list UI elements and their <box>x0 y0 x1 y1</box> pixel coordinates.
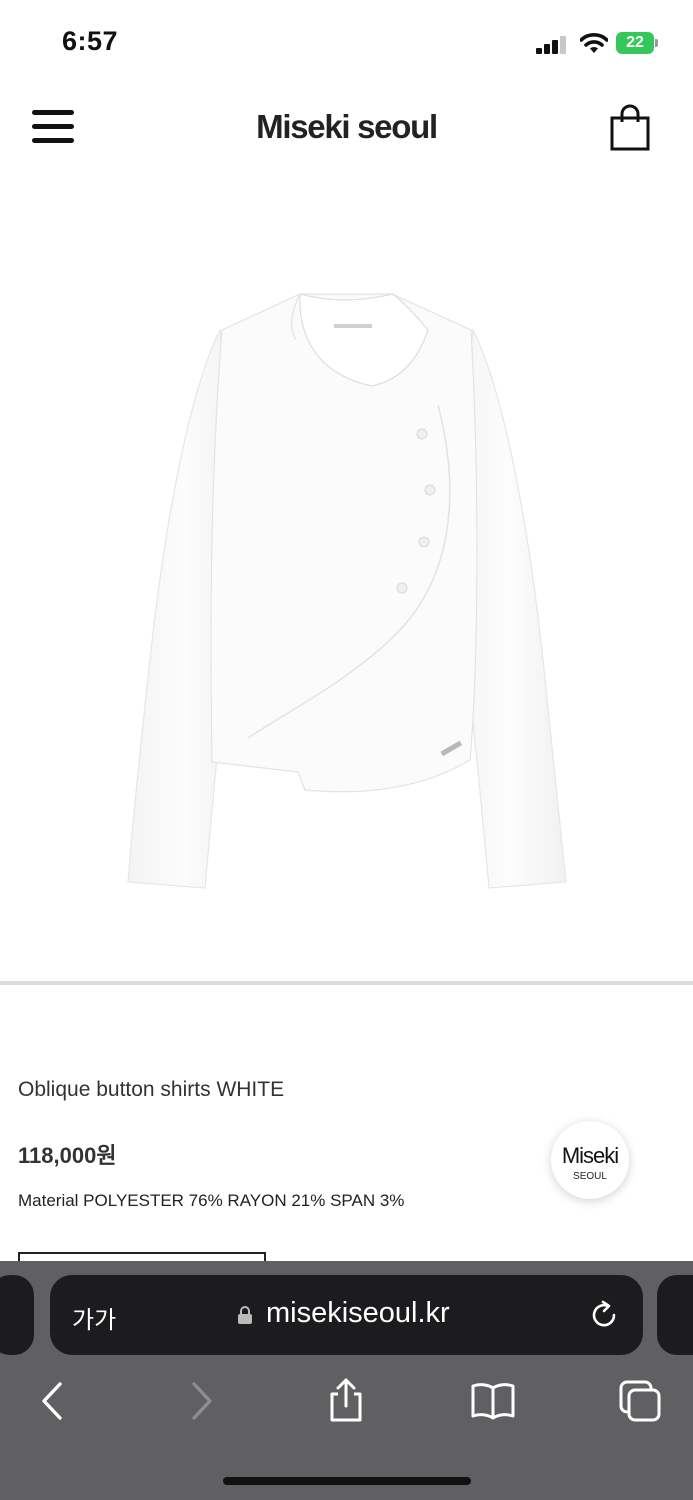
product-name: Oblique button shirts WHITE <box>18 1078 285 1101</box>
chevron-right-icon[interactable] <box>178 1376 228 1426</box>
next-tab-preview[interactable] <box>657 1275 693 1355</box>
site-logo[interactable]: Miseki seoul <box>0 108 693 146</box>
status-bar: 6:57 22 <box>0 0 693 88</box>
book-icon[interactable] <box>468 1376 518 1426</box>
battery-icon: 22 <box>616 32 660 54</box>
reload-icon[interactable] <box>588 1299 620 1331</box>
lock-icon <box>238 1306 252 1324</box>
home-indicator[interactable] <box>223 1477 471 1485</box>
address-bar[interactable]: 가가 misekiseoul.kr <box>50 1275 643 1355</box>
product-price: 118,000원 <box>18 1143 117 1168</box>
product-image[interactable] <box>0 190 693 980</box>
badge-sub-text: SEOUL <box>573 1171 607 1182</box>
share-icon[interactable] <box>321 1376 371 1426</box>
shopping-bag-icon[interactable] <box>608 104 652 152</box>
site-header: Miseki seoul <box>0 90 693 170</box>
floating-logo-button[interactable]: Miseki SEOUL <box>551 1121 629 1199</box>
image-scroll-indicator <box>0 981 693 985</box>
chevron-left-icon[interactable] <box>28 1376 78 1426</box>
badge-logo-text: Miseki <box>561 1143 619 1168</box>
url-text: misekiseoul.kr <box>266 1297 450 1329</box>
text-size-button[interactable]: 가가 <box>72 1300 116 1335</box>
product-material: Material POLYESTER 76% RAYON 21% SPAN 3% <box>18 1191 405 1210</box>
previous-tab-preview[interactable] <box>0 1275 34 1355</box>
signal-icon <box>536 36 566 54</box>
wifi-icon <box>580 33 608 53</box>
battery-level: 22 <box>616 32 654 54</box>
tabs-icon[interactable] <box>615 1376 665 1426</box>
status-time: 6:57 <box>62 26 119 56</box>
